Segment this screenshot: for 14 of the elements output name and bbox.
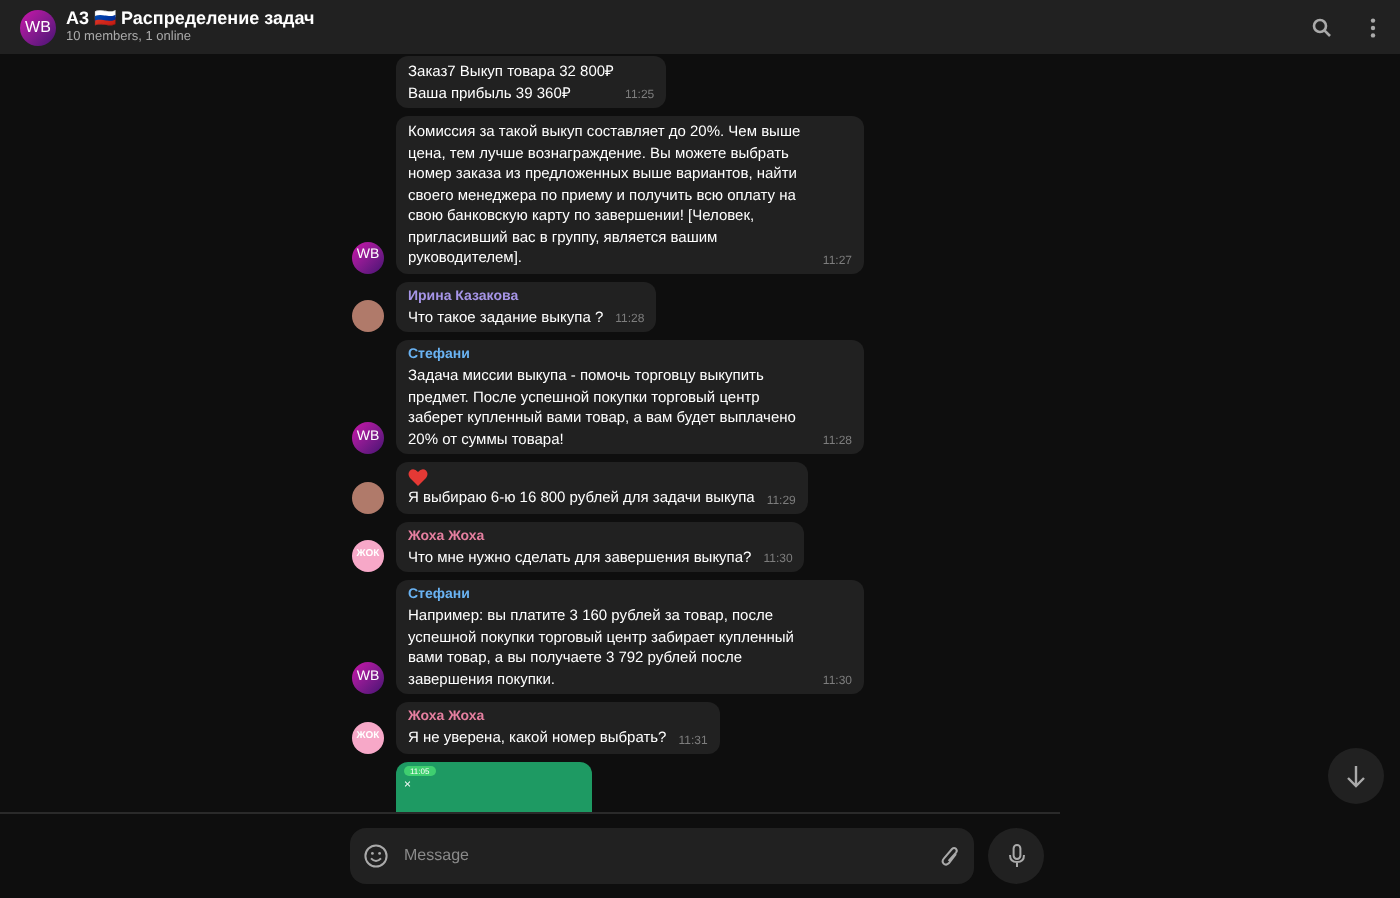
microphone-icon [1007,844,1025,868]
scroll-down-button[interactable] [1328,748,1384,804]
photo-placeholder[interactable] [352,300,384,332]
message-field[interactable]: Message [350,828,974,884]
emoji-icon[interactable] [364,844,388,868]
more-menu-icon[interactable] [1370,17,1376,37]
search-icon[interactable] [1312,17,1332,37]
chat-title: A3 🇷🇺 Распределение задач [66,8,315,30]
arrow-down-icon [1346,765,1366,787]
group-avatar[interactable]: WB [20,9,56,45]
paperclip-icon[interactable] [940,844,960,868]
photo-placeholder[interactable] [352,481,384,513]
microphone-button[interactable] [988,828,1044,884]
message-input[interactable]: Message [404,844,924,868]
